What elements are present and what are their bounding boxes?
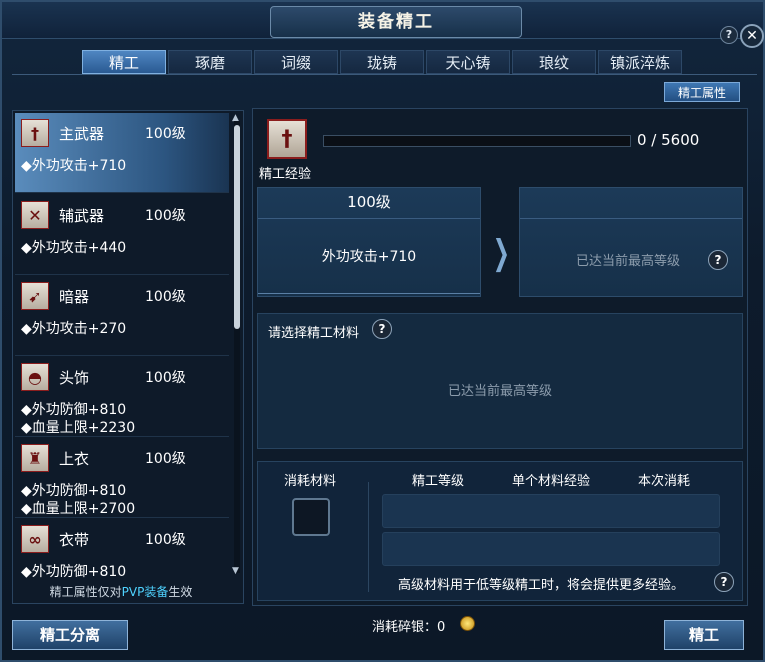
next-level-box: 已达当前最高等级 ? [519, 187, 743, 297]
box-divider [520, 218, 742, 219]
sword-icon: † [21, 119, 49, 147]
current-stat: 外功攻击+710 [321, 249, 417, 265]
pvp-note-prefix: 精工属性仅对 [49, 585, 122, 599]
pvp-note: 精工属性仅对PVP装备生效 [13, 583, 229, 600]
tab-bar: 精工 琢磨 词缀 珑铸 天心铸 琅纹 镇派淬炼 [82, 50, 684, 74]
help-circle-icon[interactable]: ? [708, 250, 728, 270]
help-button[interactable]: ? [720, 26, 738, 44]
belt-icon: ∞ [21, 525, 49, 553]
exp-progress-bar [323, 135, 631, 147]
tab-divider [12, 74, 757, 75]
equipment-stat: ◆外功防御+810 [21, 402, 127, 418]
crossed-blades-icon: ✕ [21, 201, 49, 229]
cost-box: 消耗材料 精工等级 单个材料经验 本次消耗 高级材料用于低等级精工时，将会提供更… [257, 461, 743, 601]
silver-cost: 消耗碎银：0 [372, 616, 445, 635]
equipment-level: 100级 [145, 451, 186, 467]
coin-icon [460, 616, 475, 631]
col-refine-level: 精工等级 [412, 474, 465, 489]
equipment-level: 100级 [145, 532, 186, 548]
close-button[interactable]: ✕ [740, 24, 764, 48]
equipment-list: † 主武器 100级 ◆外功攻击+710 ✕ 辅武器 100级 ◆外功攻击+44… [12, 110, 244, 604]
refine-button[interactable]: 精工 [664, 620, 744, 650]
equipment-item-belt[interactable]: ∞ 衣带 100级 ◆外功防御+810 [15, 519, 229, 580]
pvp-note-suffix: 生效 [168, 585, 193, 599]
sword-icon: † [267, 119, 307, 159]
tab-refine[interactable]: 精工 [82, 50, 166, 74]
refine-split-button[interactable]: 精工分离 [12, 620, 128, 650]
material-select-box: 请选择精工材料 ? 已达当前最高等级 [257, 313, 743, 449]
cost-row [382, 532, 720, 566]
equipment-item-top[interactable]: ♜ 上衣 100级 ◆外功防御+810 ◆血量上限+2700 [15, 438, 229, 518]
equipment-stat: ◆外功攻击+440 [21, 240, 127, 256]
robe-icon: ♜ [21, 444, 49, 472]
equipment-stat: ◆外功攻击+270 [21, 321, 127, 337]
equipment-stat: ◆血量上限+2700 [21, 501, 136, 517]
help-circle-icon[interactable]: ? [372, 319, 392, 339]
title-bar: 装备精工 [2, 2, 763, 39]
cost-divider [368, 482, 369, 592]
silver-value: 0 [437, 620, 446, 635]
tab-longzhu[interactable]: 珑铸 [340, 50, 424, 74]
tab-affix[interactable]: 词缀 [254, 50, 338, 74]
equipment-stat: ◆外功攻击+710 [21, 158, 127, 174]
equipment-level: 100级 [145, 126, 186, 142]
cost-row [382, 494, 720, 528]
consume-material-label: 消耗材料 [284, 474, 337, 489]
current-level-box: 100级 外功攻击+710 [257, 187, 481, 297]
equipment-level: 100级 [145, 289, 186, 305]
equipment-name: 辅武器 [59, 207, 105, 225]
refine-attributes-button[interactable]: 精工属性 [664, 82, 740, 102]
equipment-name: 主武器 [59, 125, 105, 143]
equipment-item-hidden-weapon[interactable]: ➹ 暗器 100级 ◆外功攻击+270 [15, 276, 229, 356]
silver-label: 消耗碎银： [372, 620, 438, 635]
max-level-message: 已达当前最高等级 [576, 254, 681, 269]
equipment-level: 100级 [145, 208, 186, 224]
tab-polish[interactable]: 琢磨 [168, 50, 252, 74]
equipment-stat: ◆外功防御+810 [21, 564, 127, 580]
refine-panel: † 精工经验 0 / 5600 100级 外功攻击+710 ❯ 已达当前最高等级… [252, 108, 748, 606]
equipment-stat: ◆血量上限+2230 [21, 420, 136, 436]
help-circle-icon[interactable]: ? [714, 572, 734, 592]
helmet-icon: ◓ [21, 363, 49, 391]
tab-sect-temper[interactable]: 镇派淬炼 [598, 50, 682, 74]
scroll-down-arrow-icon[interactable]: ▼ [232, 566, 239, 576]
current-level: 100级 [258, 188, 480, 219]
material-label: 请选择精工材料 [268, 326, 360, 341]
equipment-item-main-weapon[interactable]: † 主武器 100级 ◆外功攻击+710 [15, 113, 229, 193]
equipment-stat: ◆外功防御+810 [21, 483, 127, 499]
equipment-name: 上衣 [59, 450, 90, 468]
exp-value: 0 / 5600 [637, 131, 700, 149]
material-slot[interactable] [292, 498, 330, 536]
scrollbar-thumb[interactable] [234, 125, 240, 329]
material-message: 已达当前最高等级 [447, 384, 552, 399]
equipment-item-headwear[interactable]: ◓ 头饰 100级 ◆外功防御+810 ◆血量上限+2230 [15, 357, 229, 437]
equipment-level: 100级 [145, 370, 186, 386]
equipment-name: 头饰 [59, 369, 90, 387]
pvp-note-highlight: PVP装备 [121, 585, 169, 599]
window-title: 装备精工 [270, 6, 522, 38]
dart-icon: ➹ [21, 282, 49, 310]
tab-langwen[interactable]: 琅纹 [512, 50, 596, 74]
box-divider [258, 293, 480, 294]
refine-window: 装备精工 ? ✕ 精工 琢磨 词缀 珑铸 天心铸 琅纹 镇派淬炼 精工属性 † … [0, 0, 765, 662]
chevron-right-icon: ❯ [492, 233, 510, 273]
col-material-exp: 单个材料经验 [512, 474, 591, 489]
equipment-name: 衣带 [59, 531, 90, 549]
tab-tianxin[interactable]: 天心铸 [426, 50, 510, 74]
col-cost: 本次消耗 [638, 474, 691, 489]
material-tip: 高级材料用于低等级精工时，将会提供更多经验。 [398, 578, 685, 593]
equipment-name: 暗器 [59, 288, 90, 306]
exp-label: 精工经验 [259, 167, 312, 182]
equipment-item-off-weapon[interactable]: ✕ 辅武器 100级 ◆外功攻击+440 [15, 195, 229, 275]
